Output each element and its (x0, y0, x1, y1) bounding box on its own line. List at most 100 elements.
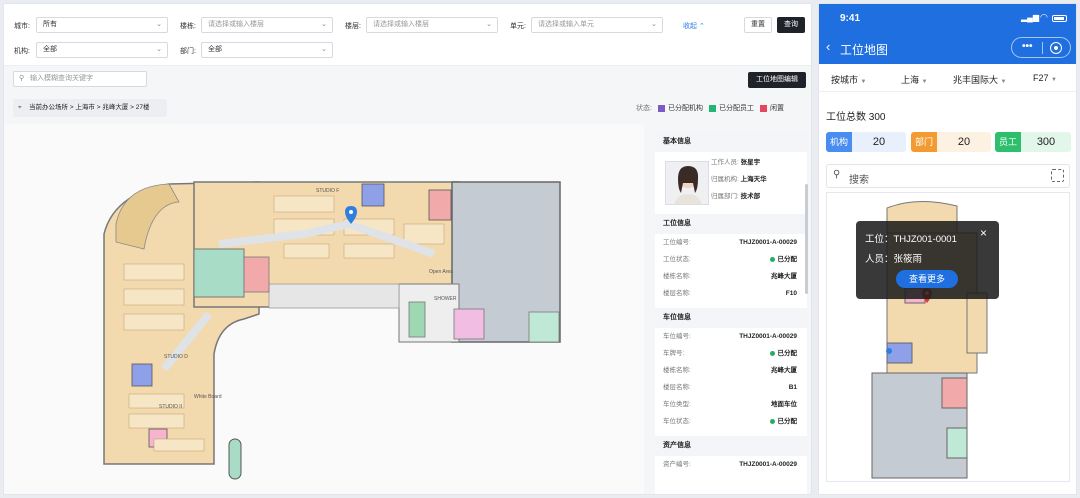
map-search-input[interactable]: ⚲ 输入模糊查询关键字 (13, 71, 147, 87)
stat-value: 300 (1036, 136, 1056, 148)
location-breadcrumb: ⌖ 当前办公场所 > 上海市 > 兆峰大厦 > 27楼 (13, 99, 167, 117)
org-value: 上海天华 (740, 176, 767, 183)
info-row: 楼栋名称: 兆峰大厦 (655, 268, 807, 285)
info-row: 工位编号: THJZ0001-A-00029 (655, 234, 807, 251)
city-select[interactable]: 所有 ⌄ (36, 17, 168, 33)
collapse-label: 收起 (683, 23, 697, 30)
asset-info-header: 资产信息 (655, 436, 807, 456)
stat-key: 员工 (995, 132, 1021, 152)
row-value: B1 (788, 384, 797, 391)
signal-icon: ▂▄▆ (1021, 13, 1039, 22)
legend-item-idle: 闲置 (759, 103, 784, 113)
dept-label: 部门: (180, 48, 196, 55)
map-edit-button[interactable]: 工位地图编辑 (748, 72, 806, 88)
floor-plan-map[interactable] (4, 124, 644, 494)
info-row: 车位状态: 已分配 (655, 413, 807, 430)
popup-more-button[interactable]: 查看更多 (896, 270, 958, 288)
city-label: 城市: (14, 23, 30, 30)
stat-staff[interactable]: 员工 300 (995, 132, 1071, 152)
row-value: 兆峰大厦 (771, 273, 797, 280)
floor-select[interactable]: 请选择或输入楼层 ⌄ (366, 17, 498, 33)
basic-info: 工作人员: 张星宇 归属机构: 上海天华 归属部门: 技术部 (655, 152, 807, 214)
legend-title: 状态: (636, 105, 652, 112)
search-icon: ⚲ (19, 75, 25, 82)
floor-placeholder: 请选择或输入楼层 (373, 21, 429, 28)
legend-item-staff: 已分配员工 (708, 103, 754, 113)
location-pin-icon: ⌖ (18, 104, 22, 111)
row-key: 楼层名称: (663, 290, 691, 297)
mobile-title: 工位地图 (840, 43, 889, 57)
chevron-down-icon: ⌄ (156, 46, 162, 53)
dept-select[interactable]: 全部 ⌄ (201, 42, 333, 58)
reset-button[interactable]: 重置 (744, 17, 772, 33)
close-icon[interactable]: × (980, 226, 987, 240)
mobile-filter-city[interactable]: 按城市 ▼ (831, 73, 866, 86)
staff-value: 张星宇 (740, 159, 761, 166)
map-search-placeholder: 输入模糊查询关键字 (30, 75, 93, 82)
filter-label: 上海 (901, 75, 920, 85)
query-button[interactable]: 查询 (777, 17, 805, 33)
info-panel-scrollbar[interactable] (805, 184, 808, 294)
caret-down-icon: ▼ (921, 79, 928, 85)
building-label: 楼栋: (180, 23, 196, 30)
filter-bar: 城市: 所有 ⌄ 楼栋: 请选择或输入楼层 ⌄ 楼层: 请选择或输入楼层 ⌄ 单元: … (4, 4, 811, 66)
status-dot-icon (769, 256, 775, 262)
row-key: 楼栋名称: (663, 273, 691, 280)
row-value: 已分配 (777, 256, 798, 263)
collapse-link[interactable]: 收起 ⌃ (683, 21, 705, 31)
stat-org[interactable]: 机构 20 (826, 132, 906, 152)
chevron-down-icon: ⌄ (156, 21, 162, 28)
info-row: 楼栋名称: 兆峰大厦 (655, 362, 807, 379)
parking-info-header: 车位信息 (655, 308, 807, 328)
info-row: 楼层名称: B1 (655, 379, 807, 396)
back-chevron-icon[interactable]: ‹ (826, 39, 830, 54)
filter-label: F27 (1033, 73, 1049, 83)
row-key: 车位类型: (663, 401, 691, 408)
row-key: 工位状态: (663, 256, 691, 263)
row-value: 地面车位 (771, 401, 797, 408)
seat-total: 工位总数 300 (826, 112, 886, 123)
more-dots-icon[interactable]: ••• (1022, 41, 1033, 52)
unit-placeholder: 请选择或输入单元 (538, 21, 594, 28)
stat-key: 机构 (826, 132, 852, 152)
mobile-search-input[interactable]: ⚲ 搜索 (826, 164, 1070, 188)
mobile-filter-building[interactable]: 兆丰国际大 ▼ (953, 73, 1006, 86)
dept-value: 全部 (208, 46, 222, 53)
legend-item-org: 已分配机构 (657, 103, 703, 113)
caret-down-icon: ▼ (1051, 77, 1057, 83)
chevron-down-icon: ⌄ (321, 21, 327, 28)
info-row: 工位状态: 已分配 (655, 251, 807, 268)
row-key: 楼层名称: (663, 384, 691, 391)
row-value: THJZ0001-A-00029 (739, 239, 797, 246)
building-select[interactable]: 请选择或输入楼层 ⌄ (201, 17, 333, 33)
org-label: 归属机构: (711, 176, 739, 183)
desktop-app: 城市: 所有 ⌄ 楼栋: 请选择或输入楼层 ⌄ 楼层: 请选择或输入楼层 ⌄ 单元: … (3, 3, 812, 495)
status-time: 9:41 (840, 13, 861, 24)
info-row: 车牌号: 已分配 (655, 345, 807, 362)
row-value: 已分配 (777, 418, 798, 425)
caret-down-icon: ▼ (1000, 79, 1007, 85)
row-key: 车位编号: (663, 333, 691, 340)
org-value: 全部 (43, 46, 57, 53)
status-dot-icon (769, 418, 775, 424)
info-panel: 基本信息 工作人员: 张星宇 归属机构: 上海天华 归属部门: 技术部 工位信息… (655, 132, 807, 494)
building-placeholder: 请选择或输入楼层 (208, 21, 264, 28)
mobile-search-placeholder: 搜索 (849, 175, 869, 186)
floor-label: 楼层: (345, 23, 361, 30)
close-target-icon[interactable] (1050, 42, 1062, 54)
row-value: 兆峰大厦 (771, 367, 797, 374)
chevron-down-icon: ⌄ (486, 21, 492, 28)
mobile-filter-region[interactable]: 上海 ▼ (901, 73, 927, 86)
seat-popup: 工位：THJZ001-0001 人员：张筱雨 × 查看更多 (856, 221, 999, 299)
stat-dept[interactable]: 部门 20 (911, 132, 991, 152)
unit-select[interactable]: 请选择或输入单元 ⌄ (531, 17, 663, 33)
status-dot-icon (769, 350, 775, 356)
scan-icon[interactable] (1051, 169, 1064, 182)
org-select[interactable]: 全部 ⌄ (36, 42, 168, 58)
basic-info-header: 基本信息 (655, 132, 807, 152)
mobile-filter-floor[interactable]: F27 ▼ (1033, 73, 1057, 83)
capsule-menu[interactable]: ••• (1011, 37, 1071, 58)
status-legend: 状态: 已分配机构 已分配员工 闲置 (636, 103, 784, 113)
seat-info-header: 工位信息 (655, 214, 807, 234)
stat-value: 20 (957, 136, 971, 148)
